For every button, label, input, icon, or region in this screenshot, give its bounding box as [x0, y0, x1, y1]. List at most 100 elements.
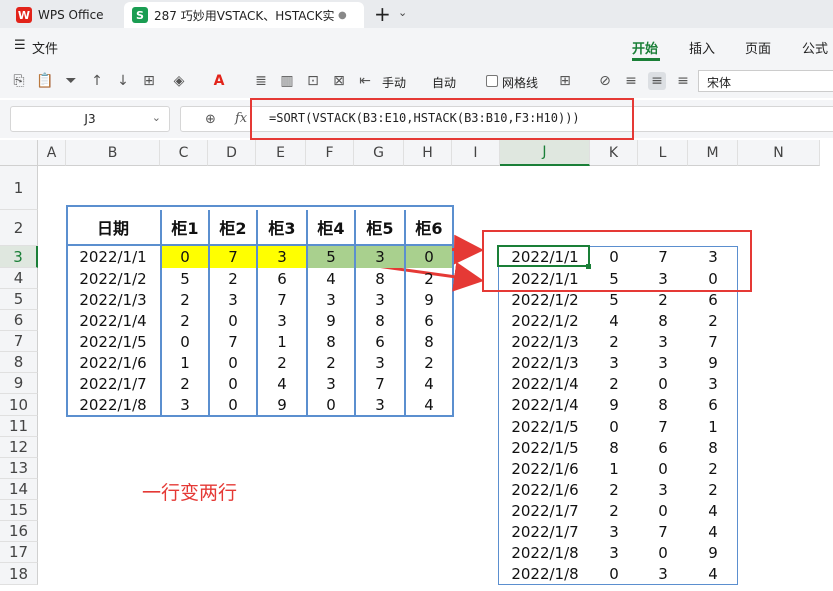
row-header-2[interactable]: 2: [0, 210, 38, 246]
result-cell[interactable]: 7: [638, 521, 688, 542]
source-header-cell[interactable]: 柜4: [306, 210, 354, 246]
result-cell[interactable]: 3: [590, 352, 638, 373]
source-cell[interactable]: 7: [208, 331, 256, 352]
row-header-15[interactable]: 15: [0, 500, 38, 521]
column-header-d[interactable]: D: [208, 140, 256, 166]
source-cell[interactable]: 2022/1/6: [66, 352, 160, 373]
column-header-c[interactable]: C: [160, 140, 208, 166]
result-cell[interactable]: 2022/1/3: [500, 331, 590, 352]
result-cell[interactable]: 2022/1/5: [500, 416, 590, 437]
result-cell[interactable]: 3: [638, 331, 688, 352]
source-cell[interactable]: 3: [256, 246, 306, 268]
result-cell[interactable]: 4: [688, 563, 738, 585]
result-cell[interactable]: 2022/1/4: [500, 373, 590, 394]
column-header-i[interactable]: I: [452, 140, 500, 166]
result-cell[interactable]: 2022/1/8: [500, 542, 590, 563]
result-cell[interactable]: 2: [590, 500, 638, 521]
row-header-12[interactable]: 12: [0, 437, 38, 458]
result-cell[interactable]: 3: [688, 373, 738, 394]
source-cell[interactable]: 2022/1/5: [66, 331, 160, 352]
result-cell[interactable]: 6: [688, 289, 738, 310]
source-cell[interactable]: 3: [354, 352, 404, 373]
source-cell[interactable]: 2: [160, 289, 208, 310]
source-cell[interactable]: 3: [354, 394, 404, 416]
source-cell[interactable]: 0: [160, 246, 208, 268]
source-cell[interactable]: 2022/1/3: [66, 289, 160, 310]
source-cell[interactable]: 4: [404, 373, 452, 394]
source-cell[interactable]: 4: [256, 373, 306, 394]
row-header-6[interactable]: 6: [0, 310, 38, 331]
result-cell[interactable]: 8: [638, 394, 688, 416]
result-cell[interactable]: 8: [688, 437, 738, 458]
result-cell[interactable]: 2022/1/3: [500, 352, 590, 373]
result-cell[interactable]: 0: [638, 542, 688, 563]
result-cell[interactable]: 0: [688, 268, 738, 289]
result-cell[interactable]: 9: [590, 394, 638, 416]
result-cell[interactable]: 9: [688, 542, 738, 563]
result-cell[interactable]: 2: [688, 310, 738, 331]
source-cell[interactable]: 2022/1/7: [66, 373, 160, 394]
column-header-n[interactable]: N: [738, 140, 820, 166]
source-cell[interactable]: 1: [160, 352, 208, 373]
source-cell[interactable]: 3: [208, 289, 256, 310]
result-cell[interactable]: 4: [590, 310, 638, 331]
result-cell[interactable]: 3: [638, 479, 688, 500]
result-cell[interactable]: 2: [590, 479, 638, 500]
result-cell[interactable]: 2: [638, 289, 688, 310]
source-cell[interactable]: 0: [208, 310, 256, 331]
row-header-10[interactable]: 10: [0, 394, 38, 416]
source-cell[interactable]: 6: [404, 310, 452, 331]
source-cell[interactable]: 0: [208, 373, 256, 394]
row-header-11[interactable]: 11: [0, 416, 38, 437]
source-cell[interactable]: 6: [256, 268, 306, 289]
result-cell[interactable]: 3: [688, 246, 738, 268]
row-header-7[interactable]: 7: [0, 331, 38, 352]
source-cell[interactable]: 7: [208, 246, 256, 268]
source-cell[interactable]: 2022/1/2: [66, 268, 160, 289]
result-cell[interactable]: 2022/1/1: [500, 268, 590, 289]
source-cell[interactable]: 8: [354, 268, 404, 289]
result-cell[interactable]: 0: [638, 500, 688, 521]
row-header-4[interactable]: 4: [0, 268, 38, 289]
result-cell[interactable]: 2022/1/2: [500, 289, 590, 310]
source-cell[interactable]: 7: [354, 373, 404, 394]
source-cell[interactable]: 2022/1/8: [66, 394, 160, 416]
source-header-cell[interactable]: 柜3: [256, 210, 306, 246]
result-cell[interactable]: 1: [688, 416, 738, 437]
source-cell[interactable]: 9: [306, 310, 354, 331]
source-cell[interactable]: 1: [256, 331, 306, 352]
source-cell[interactable]: 3: [354, 289, 404, 310]
source-header-cell[interactable]: 柜5: [354, 210, 404, 246]
result-cell[interactable]: 2022/1/1: [500, 246, 590, 268]
result-cell[interactable]: 2: [688, 458, 738, 479]
source-cell[interactable]: 2: [160, 373, 208, 394]
result-cell[interactable]: 4: [688, 500, 738, 521]
column-header-h[interactable]: H: [404, 140, 452, 166]
result-cell[interactable]: 6: [638, 437, 688, 458]
source-cell[interactable]: 5: [306, 246, 354, 268]
source-cell[interactable]: 6: [354, 331, 404, 352]
source-cell[interactable]: 0: [160, 331, 208, 352]
source-cell[interactable]: 2: [208, 268, 256, 289]
source-cell[interactable]: 3: [160, 394, 208, 416]
source-cell[interactable]: 9: [404, 289, 452, 310]
row-header-1[interactable]: 1: [0, 166, 38, 210]
result-cell[interactable]: 8: [590, 437, 638, 458]
source-cell[interactable]: 0: [404, 246, 452, 268]
result-cell[interactable]: 2022/1/7: [500, 500, 590, 521]
result-cell[interactable]: 5: [590, 289, 638, 310]
row-header-5[interactable]: 5: [0, 289, 38, 310]
result-cell[interactable]: 0: [590, 416, 638, 437]
result-cell[interactable]: 2022/1/8: [500, 563, 590, 585]
source-cell[interactable]: 9: [256, 394, 306, 416]
source-cell[interactable]: 2022/1/1: [66, 246, 160, 268]
source-cell[interactable]: 0: [208, 394, 256, 416]
source-cell[interactable]: 4: [404, 394, 452, 416]
column-header-m[interactable]: M: [688, 140, 738, 166]
source-cell[interactable]: 8: [404, 331, 452, 352]
result-cell[interactable]: 5: [590, 268, 638, 289]
result-cell[interactable]: 3: [590, 521, 638, 542]
row-header-9[interactable]: 9: [0, 373, 38, 394]
result-cell[interactable]: 2022/1/5: [500, 437, 590, 458]
result-cell[interactable]: 2022/1/6: [500, 458, 590, 479]
